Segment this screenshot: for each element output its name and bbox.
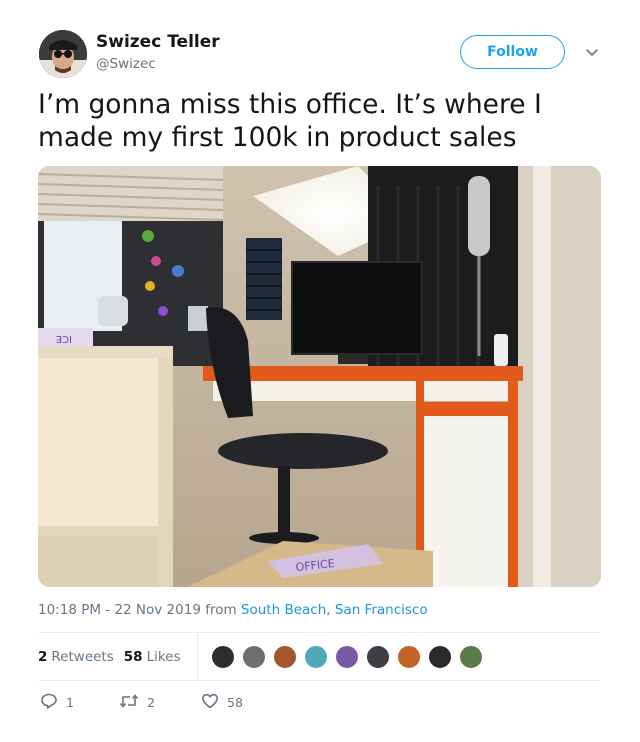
tweet-stats: 2 Retweets 58 Likes [38, 647, 181, 667]
liker-avatar[interactable] [304, 645, 328, 669]
liker-avatar[interactable] [242, 645, 266, 669]
tweet-photo[interactable]: OFFICE ICE [38, 166, 601, 587]
retweets-stat[interactable]: 2 Retweets [38, 649, 114, 665]
reply-button[interactable]: 1 [40, 692, 74, 713]
tweet-timestamp[interactable]: 10:18 PM - 22 Nov 2019 [38, 602, 201, 618]
tweet-text: I’m gonna miss this office. It’s where I… [38, 89, 542, 153]
liker-avatar[interactable] [273, 645, 297, 669]
liker-avatar[interactable] [459, 645, 483, 669]
chevron-down-icon[interactable] [582, 42, 602, 62]
tweet-meta: 10:18 PM - 22 Nov 2019 from South Beach,… [38, 602, 428, 618]
retweet-icon [119, 692, 147, 713]
liker-avatar[interactable] [211, 645, 235, 669]
author-name[interactable]: Swizec Teller [96, 32, 220, 52]
divider-bottom [38, 680, 601, 681]
retweets-count: 2 [38, 649, 48, 665]
likes-stat[interactable]: 58 Likes [124, 649, 181, 665]
liker-avatar[interactable] [366, 645, 390, 669]
tweet-actions: 1 2 58 [38, 692, 338, 714]
likes-label: Likes [146, 649, 181, 665]
like-button[interactable]: 58 [201, 692, 243, 713]
reply-icon [40, 692, 66, 713]
likes-count: 58 [123, 649, 143, 665]
follow-button[interactable]: Follow [460, 35, 565, 69]
liker-avatars [211, 645, 490, 669]
retweet-button[interactable]: 2 [119, 692, 155, 713]
from-word: from [205, 602, 237, 618]
divider-top [38, 632, 601, 633]
reply-count: 1 [66, 695, 74, 710]
liker-avatar[interactable] [428, 645, 452, 669]
tweet-location-link[interactable]: South Beach, San Francisco [241, 602, 428, 618]
retweets-label: Retweets [51, 649, 114, 665]
author-avatar[interactable] [39, 30, 87, 78]
like-count: 58 [227, 695, 243, 710]
tape-roll-label: ICE [56, 333, 72, 344]
liker-avatar[interactable] [335, 645, 359, 669]
stats-separator [197, 634, 198, 680]
author-handle[interactable]: @Swizec [96, 56, 156, 72]
retweet-count: 2 [147, 695, 155, 710]
heart-icon [201, 692, 227, 713]
liker-avatar[interactable] [397, 645, 421, 669]
